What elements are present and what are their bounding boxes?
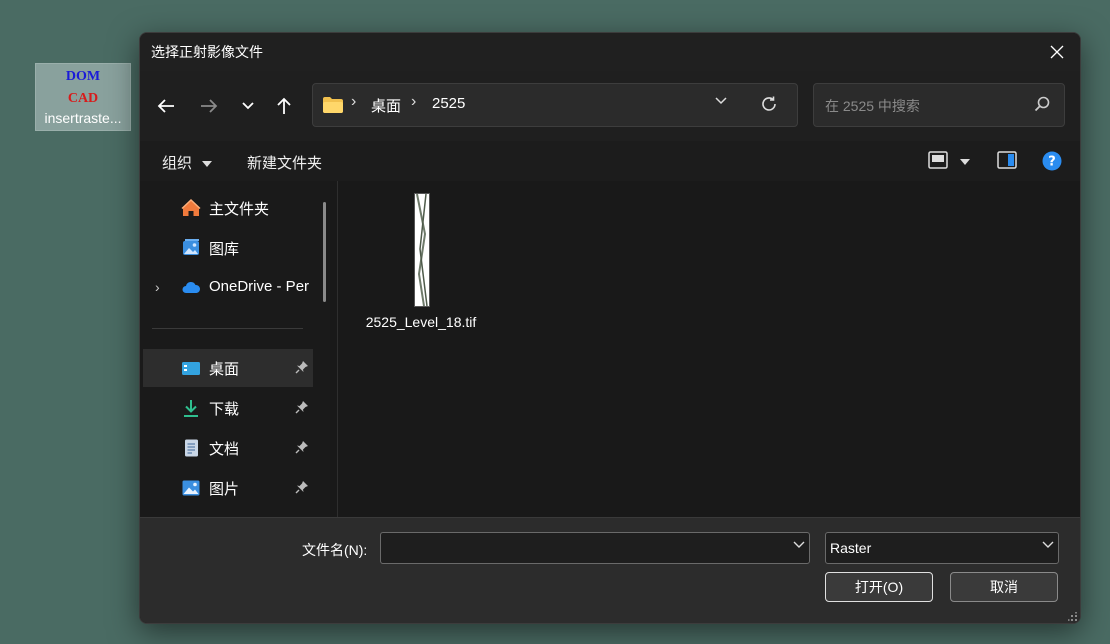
- breadcrumb-2525[interactable]: 2525: [432, 95, 465, 112]
- help-button[interactable]: ?: [1042, 151, 1062, 175]
- file-list: 2525_Level_18.tif: [338, 181, 1080, 517]
- sidebar-item-label: 图片: [209, 481, 240, 498]
- sidebar-item-label: OneDrive - Per: [209, 278, 310, 295]
- raster-thumbnail-image: [416, 194, 428, 306]
- caret-down-icon: [960, 159, 971, 166]
- dialog-footer: 文件名(N): Raster 打开(O) 取消: [140, 517, 1080, 623]
- breadcrumb-separator-icon: ›: [351, 93, 357, 110]
- search-icon: [1034, 96, 1050, 112]
- sidebar-item-label: 主文件夹: [209, 201, 270, 218]
- resize-grip-icon[interactable]: [1068, 612, 1078, 622]
- cancel-button[interactable]: 取消: [950, 572, 1058, 602]
- new-folder-button[interactable]: 新建文件夹: [247, 152, 322, 173]
- thumbnail-text-cad: CAD: [67, 91, 99, 106]
- organize-label: 组织: [162, 155, 193, 172]
- command-toolbar: 组织 新建文件夹 ?: [140, 141, 1080, 181]
- search-box[interactable]: 在 2525 中搜索: [813, 83, 1065, 127]
- filename-field[interactable]: [380, 532, 810, 564]
- filename-label: 文件名(N):: [302, 542, 368, 558]
- filetype-select[interactable]: Raster: [825, 532, 1059, 564]
- navigation-bar: › 桌面 › 2525 在 2525 中搜索: [140, 71, 1080, 142]
- arrow-left-icon: [157, 99, 174, 113]
- pin-icon: [295, 481, 308, 494]
- file-name: 2525_Level_18.tif: [365, 314, 477, 330]
- navigation-pane: 主文件夹 图库 › OneDrive - Per 桌面 下载 文档 图片: [140, 181, 330, 517]
- sidebar-item-label: 文档: [209, 441, 240, 458]
- filetype-value: Raster: [830, 540, 872, 556]
- pin-icon: [295, 361, 308, 374]
- pin-icon: [295, 441, 308, 454]
- view-options-button[interactable]: [928, 151, 971, 173]
- preview-pane-button[interactable]: [997, 151, 1017, 173]
- sidebar-item-home[interactable]: 主文件夹: [143, 189, 313, 227]
- download-icon: [184, 400, 198, 417]
- forward-button[interactable]: [194, 91, 224, 121]
- sidebar-item-downloads[interactable]: 下载: [143, 389, 313, 427]
- search-placeholder: 在 2525 中搜索: [825, 98, 920, 114]
- desktop-file-thumbnail: DOM CAD: [36, 66, 130, 110]
- address-history-chevron-icon[interactable]: [715, 97, 727, 105]
- thumbnail-text-dom: DOM: [65, 69, 101, 84]
- sidebar-item-pictures[interactable]: 图片: [143, 469, 313, 507]
- expand-chevron-icon[interactable]: ›: [155, 279, 160, 295]
- up-button[interactable]: [269, 91, 299, 121]
- onedrive-icon: [182, 281, 201, 293]
- desktop-icon: [182, 362, 200, 375]
- breadcrumb-desktop[interactable]: 桌面: [371, 95, 401, 116]
- chevron-down-icon: [1042, 541, 1054, 548]
- file-thumbnail: [414, 193, 430, 307]
- svg-text:?: ?: [1048, 155, 1056, 170]
- document-icon: [185, 439, 198, 457]
- back-button[interactable]: [151, 91, 181, 121]
- desktop-file-icon[interactable]: DOM CAD insertraste...: [35, 63, 131, 131]
- sidebar-scrollbar[interactable]: [323, 202, 326, 302]
- pin-icon: [295, 401, 308, 414]
- sidebar-item-label: 桌面: [209, 361, 240, 378]
- organize-menu[interactable]: 组织: [162, 152, 213, 173]
- address-bar[interactable]: › 桌面 › 2525: [312, 83, 798, 127]
- home-icon: [181, 198, 201, 216]
- close-button[interactable]: [1034, 33, 1080, 71]
- gallery-icon: [183, 239, 199, 255]
- chevron-down-icon: [242, 102, 254, 110]
- view-layout-icon: [928, 151, 948, 169]
- close-icon: [1050, 45, 1064, 59]
- help-icon: ?: [1042, 151, 1062, 171]
- dialog-title: 选择正射影像文件: [151, 44, 263, 60]
- arrow-right-icon: [201, 99, 218, 113]
- refresh-icon[interactable]: [760, 95, 778, 113]
- sidebar-item-label: 图库: [209, 241, 240, 258]
- recent-locations-button[interactable]: [233, 91, 263, 121]
- sidebar-item-gallery[interactable]: 图库: [143, 229, 313, 267]
- desktop-file-label: insertraste...: [44, 110, 122, 126]
- sidebar-divider: [152, 328, 303, 329]
- open-button[interactable]: 打开(O): [825, 572, 933, 602]
- sidebar-item-onedrive[interactable]: › OneDrive - Per: [143, 269, 313, 307]
- file-item[interactable]: 2525_Level_18.tif: [364, 193, 478, 353]
- file-open-dialog: 选择正射影像文件 › 桌面 › 2525 在 2525 中搜索 组织 新建文件夹…: [139, 32, 1081, 624]
- sidebar-item-documents[interactable]: 文档: [143, 429, 313, 467]
- chevron-down-icon[interactable]: [793, 541, 805, 549]
- arrow-up-icon: [277, 97, 291, 114]
- sidebar-item-desktop[interactable]: 桌面: [143, 349, 313, 387]
- dialog-titlebar: 选择正射影像文件: [140, 33, 1080, 71]
- sidebar-item-label: 下载: [209, 401, 240, 418]
- pictures-icon: [182, 480, 200, 496]
- preview-pane-icon: [997, 151, 1017, 169]
- breadcrumb-separator-icon: ›: [411, 93, 417, 110]
- folder-icon: [323, 97, 343, 113]
- caret-down-icon: [202, 161, 213, 168]
